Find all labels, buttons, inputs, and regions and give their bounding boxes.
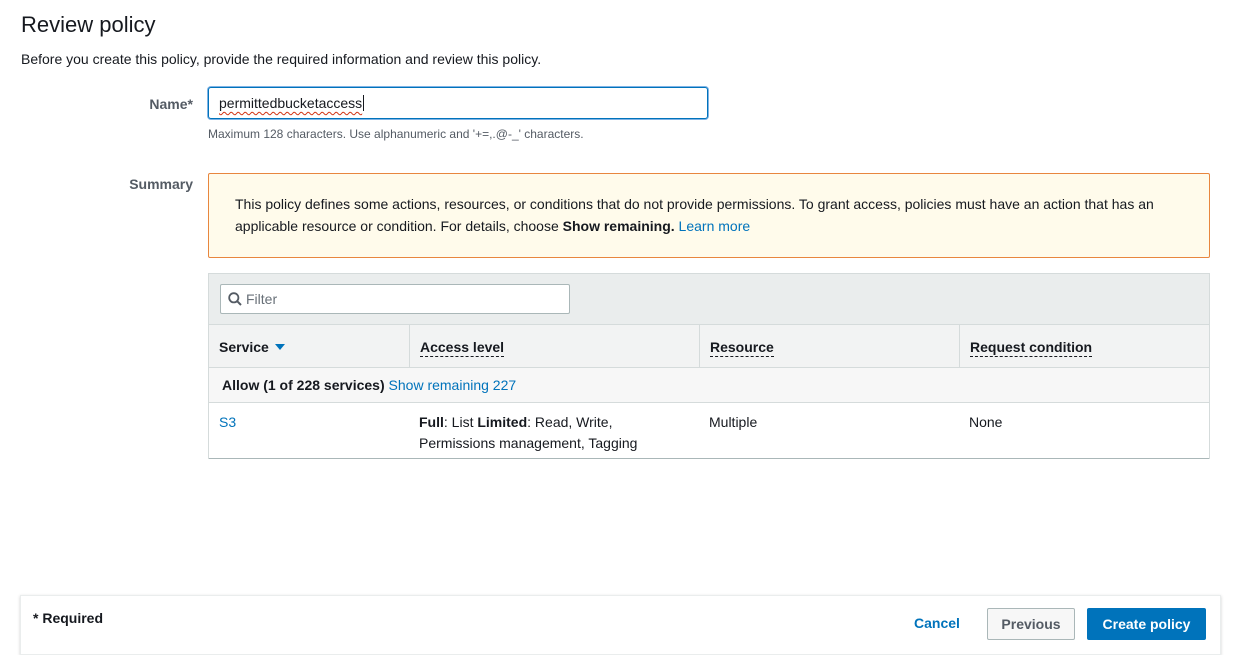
page-title: Review policy (21, 12, 156, 37)
column-label: Access level (420, 339, 505, 357)
column-header-service[interactable]: Service (209, 325, 409, 367)
page-description: Before you create this policy, provide t… (21, 51, 542, 67)
column-label: Service (219, 339, 269, 355)
column-label: Resource (710, 339, 774, 357)
name-label: Name* (149, 96, 193, 112)
filter-bar: Filter (209, 274, 1209, 325)
cell-request-condition: None (969, 414, 1003, 430)
required-note: * Required (33, 610, 104, 626)
allow-group-label: Allow (1 of 228 services) (222, 377, 385, 393)
filter-placeholder: Filter (246, 291, 278, 307)
show-remaining-link[interactable]: Show remaining 227 (389, 377, 517, 393)
summary-table: Filter Service Access level Resource Req… (208, 273, 1210, 459)
name-hint: Maximum 128 characters. Use alphanumeric… (208, 127, 584, 141)
policy-name-value: permittedbucketaccess (219, 95, 363, 111)
create-policy-button[interactable]: Create policy (1087, 608, 1206, 640)
table-header: Service Access level Resource Request co… (209, 325, 1209, 368)
warning-bold-text: Show remaining. (562, 218, 675, 234)
access-full-label: Full (419, 414, 444, 430)
sort-descending-icon (274, 344, 285, 350)
column-header-access-level[interactable]: Access level (409, 325, 699, 367)
service-link-s3[interactable]: S3 (219, 414, 236, 430)
search-icon (228, 292, 242, 306)
allow-group-row: Allow (1 of 228 services) Show remaining… (209, 368, 1209, 403)
cancel-button[interactable]: Cancel (914, 615, 960, 631)
summary-label: Summary (129, 176, 193, 192)
filter-input[interactable]: Filter (220, 284, 570, 314)
column-header-resource[interactable]: Resource (699, 325, 959, 367)
access-limited-label: Limited (477, 414, 528, 430)
footer-bar: * Required Cancel Previous Create policy (20, 595, 1221, 655)
warning-alert: This policy defines some actions, resour… (208, 173, 1210, 258)
cell-resource: Multiple (709, 414, 758, 430)
learn-more-link[interactable]: Learn more (679, 218, 751, 234)
column-header-request-condition[interactable]: Request condition (959, 325, 1209, 367)
policy-name-input[interactable]: permittedbucketaccess (208, 87, 708, 119)
access-full-value: : List (443, 414, 478, 430)
cell-access-level: Full: List Limited: Read, Write, Permiss… (409, 403, 699, 458)
text-cursor (363, 95, 365, 111)
column-label: Request condition (970, 339, 1093, 357)
table-row: S3 Full: List Limited: Read, Write, Perm… (209, 403, 1209, 459)
previous-button[interactable]: Previous (987, 608, 1075, 640)
cell-service: S3 (209, 403, 409, 458)
